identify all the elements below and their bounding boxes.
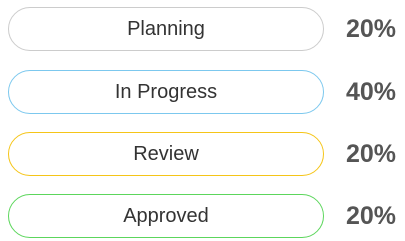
status-percent-planning: 20% [346, 14, 397, 43]
status-distribution-list: Planning 20% In Progress 40% Review 20% … [0, 0, 405, 241]
status-pill-planning[interactable]: Planning [8, 7, 324, 51]
status-percent-review: 20% [346, 139, 397, 168]
status-pill-in-progress[interactable]: In Progress [8, 70, 324, 114]
status-row-review: Review 20% [8, 132, 405, 180]
status-row-approved: Approved 20% [8, 194, 405, 241]
status-row-in-progress: In Progress 40% [8, 70, 405, 118]
status-percent-approved: 20% [346, 201, 397, 230]
status-pill-review[interactable]: Review [8, 132, 324, 176]
status-percent-in-progress: 40% [346, 77, 397, 106]
status-pill-approved[interactable]: Approved [8, 194, 324, 238]
status-row-planning: Planning 20% [8, 7, 405, 55]
